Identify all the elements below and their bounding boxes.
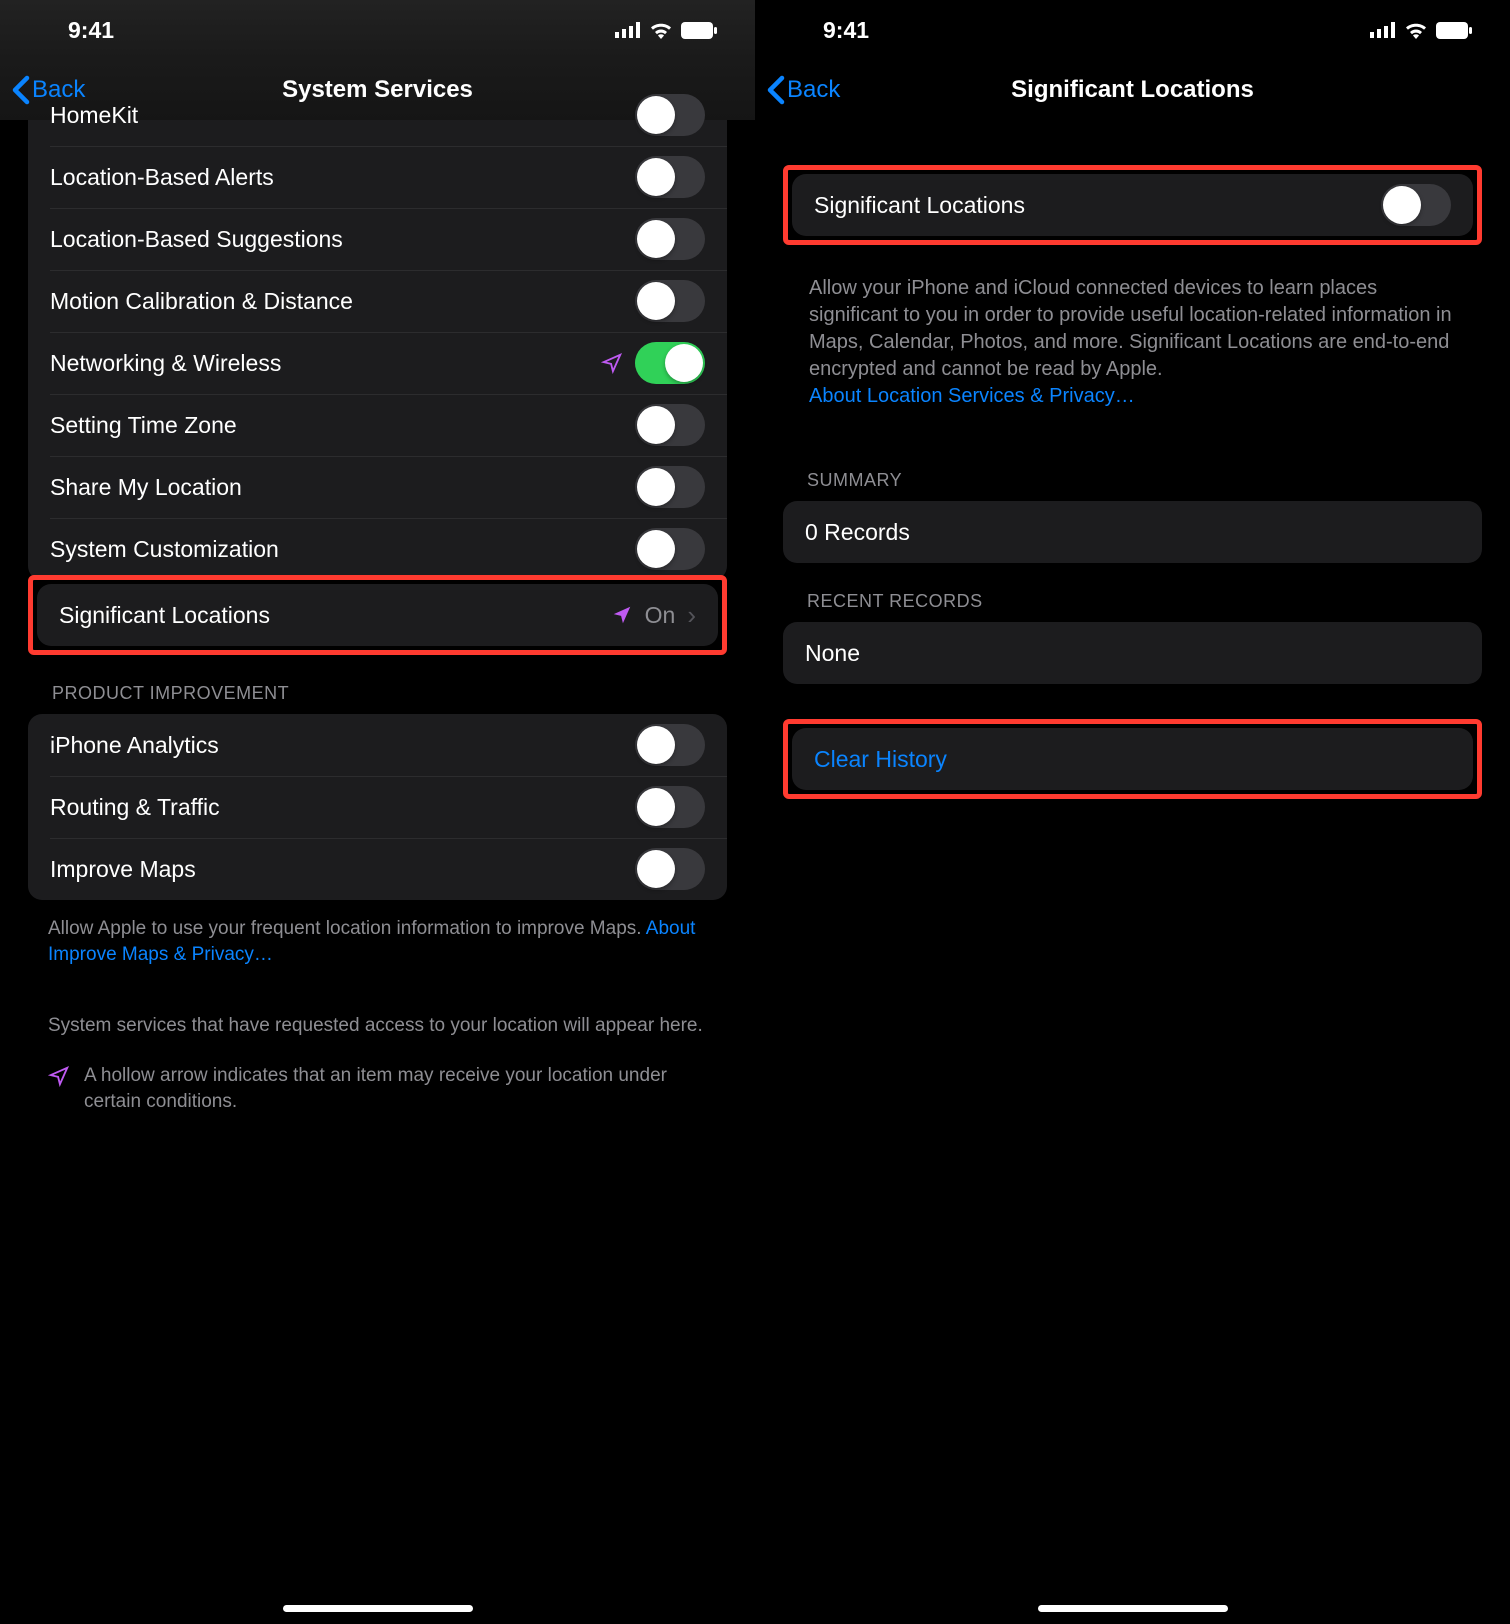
toggle-share-location[interactable] — [635, 466, 705, 508]
clear-history-button[interactable]: Clear History — [792, 728, 1473, 790]
row-iphone-analytics[interactable]: iPhone Analytics — [28, 714, 727, 776]
status-icons — [615, 22, 717, 39]
row-location-suggestions[interactable]: Location-Based Suggestions — [28, 208, 727, 270]
section-header-product: PRODUCT IMPROVEMENT — [28, 655, 727, 714]
system-services-list: HomeKit Location-Based Alerts Location-B… — [28, 84, 727, 580]
back-button[interactable]: Back — [765, 75, 840, 105]
page-title: Significant Locations — [755, 76, 1510, 104]
chevron-right-icon: › — [687, 600, 696, 631]
location-arrow-icon — [601, 352, 623, 374]
sig-loc-value: On — [645, 602, 676, 629]
highlight-clear-history: Clear History — [783, 719, 1482, 799]
row-routing-traffic[interactable]: Routing & Traffic — [28, 776, 727, 838]
status-time: 9:41 — [68, 17, 114, 44]
toggle-homekit[interactable] — [635, 94, 705, 136]
cellular-icon — [615, 22, 641, 38]
row-homekit[interactable]: HomeKit — [28, 84, 727, 146]
footer-hollow-arrow: A hollow arrow indicates that an item ma… — [28, 1039, 727, 1114]
home-indicator[interactable] — [283, 1605, 473, 1612]
system-services-screen: 9:41 Back System Services HomeKit Locati… — [0, 0, 755, 1624]
row-share-location[interactable]: Share My Location — [28, 456, 727, 518]
location-arrow-hollow-icon — [48, 1065, 70, 1087]
toggle-significant-locations[interactable] — [1381, 184, 1451, 226]
about-location-privacy-link[interactable]: About Location Services & Privacy… — [809, 385, 1135, 407]
toggle-location-suggestions[interactable] — [635, 218, 705, 260]
highlight-significant-toggle: Significant Locations — [783, 165, 1482, 245]
back-label: Back — [787, 76, 840, 104]
row-recent: None — [783, 622, 1482, 684]
battery-icon — [1436, 22, 1472, 39]
recent-records-list: None — [783, 622, 1482, 684]
toggle-location-alerts[interactable] — [635, 156, 705, 198]
footer-system-services: System services that have requested acce… — [28, 967, 727, 1039]
wifi-icon — [649, 22, 673, 39]
product-improvement-list: iPhone Analytics Routing & Traffic Impro… — [28, 714, 727, 900]
nav-header: Back Significant Locations — [755, 60, 1510, 120]
summary-list: 0 Records — [783, 501, 1482, 563]
sig-loc-description: Allow your iPhone and iCloud connected d… — [783, 245, 1482, 410]
location-arrow-icon — [611, 604, 633, 626]
highlight-significant-locations: Significant Locations On › — [28, 575, 727, 655]
chevron-left-icon — [765, 75, 787, 105]
status-time: 9:41 — [823, 17, 869, 44]
toggle-time-zone[interactable] — [635, 404, 705, 446]
toggle-motion-calibration[interactable] — [635, 280, 705, 322]
row-improve-maps[interactable]: Improve Maps — [28, 838, 727, 900]
row-location-alerts[interactable]: Location-Based Alerts — [28, 146, 727, 208]
toggle-routing-traffic[interactable] — [635, 786, 705, 828]
wifi-icon — [1404, 22, 1428, 39]
significant-locations-screen: 9:41 Back Significant Locations Signific… — [755, 0, 1510, 1624]
row-significant-locations[interactable]: Significant Locations On › — [37, 584, 718, 646]
toggle-system-customization[interactable] — [635, 528, 705, 570]
section-header-summary: SUMMARY — [783, 410, 1482, 501]
status-bar: 9:41 — [0, 0, 755, 60]
toggle-networking-wireless[interactable] — [635, 342, 705, 384]
row-summary: 0 Records — [783, 501, 1482, 563]
status-bar: 9:41 — [755, 0, 1510, 60]
row-sig-loc-toggle[interactable]: Significant Locations — [792, 174, 1473, 236]
section-header-recent: RECENT RECORDS — [783, 563, 1482, 622]
footer-improve-maps: Allow Apple to use your frequent locatio… — [28, 900, 727, 967]
battery-icon — [681, 22, 717, 39]
row-motion-calibration[interactable]: Motion Calibration & Distance — [28, 270, 727, 332]
row-system-customization[interactable]: System Customization — [28, 518, 727, 580]
row-networking-wireless[interactable]: Networking & Wireless — [28, 332, 727, 394]
status-icons — [1370, 22, 1472, 39]
toggle-iphone-analytics[interactable] — [635, 724, 705, 766]
home-indicator[interactable] — [1038, 1605, 1228, 1612]
cellular-icon — [1370, 22, 1396, 38]
row-time-zone[interactable]: Setting Time Zone — [28, 394, 727, 456]
toggle-improve-maps[interactable] — [635, 848, 705, 890]
